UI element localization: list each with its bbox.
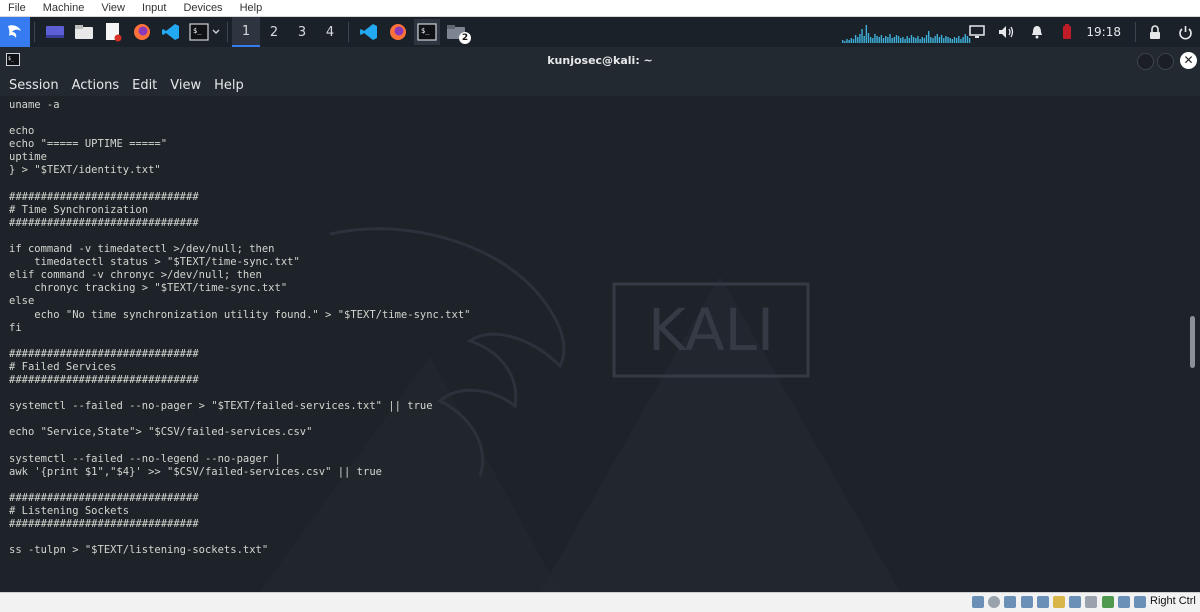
terminal-icon: $_: [189, 23, 209, 41]
desktop-icon: [46, 26, 64, 38]
power-icon: [1178, 25, 1192, 40]
audio-icon[interactable]: [1004, 596, 1017, 608]
vscode-icon: [360, 24, 377, 40]
workspace-1[interactable]: 1: [232, 17, 260, 47]
scrollbar-thumb[interactable]: [1190, 316, 1195, 368]
terminal-titlebar[interactable]: $_ kunjosec@kali: ~ ✕: [0, 47, 1200, 74]
svg-text:$_: $_: [193, 27, 202, 35]
svg-text:$_: $_: [421, 27, 430, 35]
terminal-body[interactable]: KALI uname -a echo echo "===== UPTIME ==…: [0, 96, 1200, 592]
battery-tray-button[interactable]: [1052, 17, 1082, 47]
display-icon[interactable]: [1069, 596, 1082, 608]
taskbar-file-manager-group[interactable]: 2: [443, 19, 471, 45]
vbox-menu-bar: File Machine View Input Devices Help: [0, 0, 1200, 17]
terminal-icon: $_: [417, 23, 437, 41]
network-icon[interactable]: [1020, 596, 1033, 608]
display-tray-button[interactable]: [962, 17, 992, 47]
terminal-output: uname -a echo echo "===== UPTIME =====" …: [9, 99, 471, 557]
chevron-down-icon[interactable]: [211, 27, 221, 37]
lock-icon: [1150, 24, 1160, 39]
usb-icon[interactable]: [1036, 596, 1049, 608]
monitor-icon: [969, 25, 986, 38]
file-manager-button[interactable]: [71, 19, 97, 45]
folder-icon: [75, 25, 93, 39]
vscode-button[interactable]: [158, 19, 184, 45]
vbox-menu-input[interactable]: Input: [134, 2, 175, 14]
kali-dragon-icon: [8, 25, 21, 38]
panel-separator: [227, 22, 228, 42]
vbox-menu-file[interactable]: File: [0, 2, 35, 14]
vbox-menu-devices[interactable]: Devices: [175, 2, 231, 14]
volume-tray-button[interactable]: [992, 17, 1022, 47]
video-capture-icon[interactable]: [1085, 596, 1098, 608]
vbox-device-icons: [972, 596, 1150, 608]
panel-separator: [34, 22, 35, 42]
speaker-icon: [999, 26, 1014, 38]
workspace-3-label: 3: [297, 24, 307, 40]
cpu-usage-graph: [842, 25, 971, 43]
menu-edit[interactable]: Edit: [123, 78, 161, 93]
workspace-2[interactable]: 2: [260, 17, 288, 47]
menu-view[interactable]: View: [161, 78, 205, 93]
keyboard-icon[interactable]: [1133, 596, 1146, 608]
text-editor-button[interactable]: [100, 19, 126, 45]
menu-actions[interactable]: Actions: [63, 78, 124, 93]
terminal-launcher-button[interactable]: $_: [187, 19, 223, 45]
workspace-4[interactable]: 4: [316, 17, 344, 47]
menu-help[interactable]: Help: [205, 78, 248, 93]
minimize-button[interactable]: [1137, 53, 1154, 70]
vbox-menu-machine[interactable]: Machine: [35, 2, 94, 14]
firefox-icon: [134, 24, 150, 40]
shared-folders-icon[interactable]: [1052, 596, 1065, 608]
panel-clock[interactable]: 19:18: [1082, 25, 1131, 39]
terminal-title: kunjosec@kali: ~: [547, 54, 653, 67]
svg-text:$_: $_: [8, 56, 15, 62]
cpu-icon[interactable]: [1117, 596, 1130, 608]
host-key-label: Right Ctrl: [1150, 595, 1196, 607]
close-button[interactable]: ✕: [1180, 52, 1197, 69]
vbox-menu-view[interactable]: View: [93, 2, 134, 14]
workspace-4-label: 4: [325, 24, 335, 40]
panel-separator: [1135, 22, 1136, 42]
system-tray: 19:18: [962, 17, 1200, 47]
firefox-icon: [390, 24, 406, 40]
battery-icon: [1063, 24, 1072, 39]
firefox-button[interactable]: [129, 19, 155, 45]
kali-watermark-text: KALI: [648, 296, 774, 364]
taskbar-firefox[interactable]: [385, 19, 411, 45]
maximize-button[interactable]: [1157, 53, 1174, 70]
lock-screen-button[interactable]: [1140, 17, 1170, 47]
window-count-badge: 2: [459, 32, 471, 44]
taskbar-vscode[interactable]: [356, 19, 382, 45]
panel-separator: [348, 22, 349, 42]
taskbar-terminal[interactable]: $_: [414, 19, 440, 45]
bell-icon: [1032, 26, 1043, 39]
optical-drive-icon[interactable]: [988, 596, 1001, 608]
vbox-menu-help[interactable]: Help: [232, 2, 272, 14]
menu-session[interactable]: Session: [0, 78, 63, 93]
vscode-icon: [162, 24, 179, 40]
close-icon: ✕: [1183, 53, 1194, 67]
workspace-1-label: 1: [241, 23, 251, 39]
show-desktop-button[interactable]: [42, 19, 68, 45]
notifications-tray-button[interactable]: [1022, 17, 1052, 47]
kali-menu-button[interactable]: [0, 17, 30, 47]
vbox-status-bar: Right Ctrl: [0, 592, 1200, 612]
workspace-2-label: 2: [269, 24, 279, 40]
text-editor-icon: [106, 23, 122, 42]
top-panel: $_ 1 2 3 4 $_ 2 19:18: [0, 17, 1200, 47]
terminal-icon: $_: [6, 53, 20, 66]
power-button[interactable]: [1170, 17, 1200, 47]
hard-disk-icon[interactable]: [972, 596, 984, 608]
workspace-3[interactable]: 3: [288, 17, 316, 47]
mouse-integration-icon[interactable]: [1101, 596, 1114, 608]
terminal-menu-bar: Session Actions Edit View Help: [0, 74, 1200, 96]
